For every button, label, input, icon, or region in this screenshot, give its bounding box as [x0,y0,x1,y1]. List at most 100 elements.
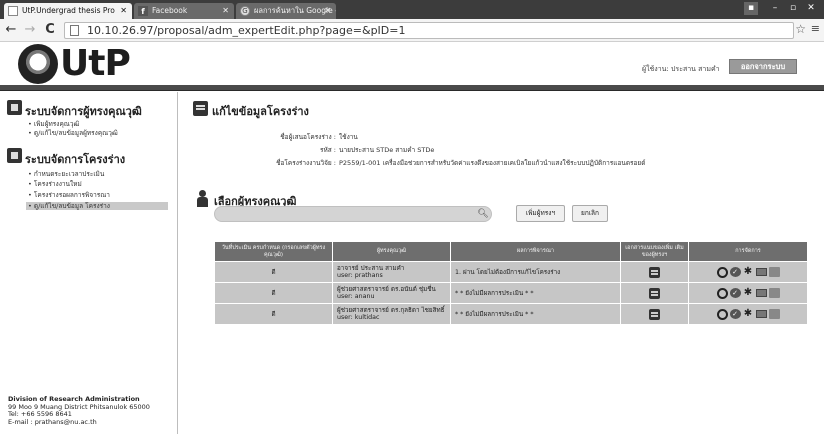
result-cell: * * ยังไม่มีผลการประเมิน * * [450,303,621,325]
table-row: ดี ผู้ช่วยศาสตราจารย์ ดร.กุลธิดา ไชยสิทธ… [214,303,808,325]
sidebar-section-title: ระบบจัดการโครงร่าง [25,153,126,166]
check-icon[interactable]: ✓ [729,267,741,277]
book-icon[interactable] [768,267,780,277]
result-cell: 1. ผ่าน โดยไม่ต้องมีการแก้ไขโครงร่าง [450,261,621,283]
edit-proposal-icon [193,101,208,116]
maximize-icon[interactable]: ▫ [786,2,800,15]
expert-user: user: kultidac [337,314,380,321]
expert-user: user: prathans [337,272,383,279]
tools-icon[interactable]: ✱ [743,267,754,277]
view-icon[interactable] [716,266,728,278]
check-icon[interactable]: ✓ [729,309,741,319]
mail-icon[interactable] [755,289,767,297]
sidebar-item-edit-proposals[interactable]: • ดู/แก้ไข/ลบข้อมูล โครงร่าง [26,202,168,210]
code-value: นายประสาน STDe สามคำ STDe [339,146,435,154]
check-icon[interactable]: ✓ [729,288,741,298]
url-text: 10.10.26.97/proposal/adm_expertEdit.php?… [87,24,406,37]
tools-icon[interactable]: ✱ [743,288,754,298]
google-icon: G [240,6,250,16]
tab-label: UtP.Undergrad thesis Pro [22,6,115,15]
logout-button[interactable]: ออกจากระบบ [729,59,797,74]
table-row: ดี อาจารย์ ประสาน สามคำ user: prathans 1… [214,261,808,283]
proposal-name-value: P2559/1-001 เครื่องมือช่วยการสำหรับวัดค่… [339,159,646,167]
proposal-section-icon [7,148,22,163]
page-favicon-icon [8,6,18,16]
expert-table: วันที่ประเมิน ครบกำหนด (กรอกเลขตัวผู้ทรง… [214,241,808,325]
expert-cell: อาจารย์ ประสาน สามคำ user: prathans [332,261,451,283]
close-tab-icon[interactable]: ✕ [222,3,229,19]
footer-email: E-mail : prathans@nu.ac.th [8,417,97,426]
close-window-icon[interactable]: ✕ [804,2,818,15]
tab-facebook[interactable]: f Facebook ✕ [134,3,234,19]
back-icon[interactable]: ← [3,22,19,38]
view-icon[interactable] [716,287,728,299]
site-header: UtP ผู้ใช้งาน: ประสาน สามคำ ออกจากระบบ [0,42,824,85]
forward-icon[interactable]: → [22,22,38,38]
expert-section-icon [7,100,22,115]
sidebar-item-edit-expert[interactable]: • ดู/แก้ไข/ลบข้อมูลผู้ทรงคุณวุฒิ [28,129,170,137]
mail-icon[interactable] [755,268,767,276]
document-icon[interactable] [649,266,660,278]
actions-cell: ✓ ✱ [688,282,808,304]
close-tab-icon[interactable]: ✕ [120,3,127,19]
sidebar-item-pending-proposals[interactable]: • โครงร่างรอผลการพิจารณา [28,191,170,199]
code-label: รหัส : [320,146,336,154]
column-header-result: ผลการพิจารณา [450,241,621,262]
expert-user: user: ananu [337,293,375,300]
mail-icon[interactable] [755,310,767,318]
tools-icon[interactable]: ✱ [743,309,754,319]
current-user-label: ผู้ใช้งาน: ประสาน สามคำ [642,65,720,73]
actions-cell: ✓ ✱ [688,303,808,325]
address-bar-area: ← → C 10.10.26.97/proposal/adm_expertEdi… [0,19,824,42]
browser-tab-bar: UtP.Undergrad thesis Pro ✕ f Facebook ✕ … [0,0,824,19]
date-cell: ดี [214,282,333,304]
view-icon[interactable] [716,308,728,320]
date-cell: ดี [214,303,333,325]
attachment-cell [620,282,689,304]
expert-name: อาจารย์ ประสาน สามคำ [337,265,405,272]
proposal-name-label: ชื่อโครงร่างงานวิจัย : [276,159,336,167]
facebook-icon: f [138,6,148,16]
column-header-attachment: เอกสารแนบของเพิ่ม เติมของผู้ทรงฯ [620,241,689,262]
table-row: ดี ผู้ช่วยศาสตราจารย์ ดร.อนันต์ ชุ่มชื่น… [214,282,808,304]
table-header-row: วันที่ประเมิน ครบกำหนด (กรอกเลขตัวผู้ทรง… [214,241,808,262]
date-cell: ดี [214,261,333,283]
tab-google[interactable]: G ผลการค้นหาใน Google - ค้นหา ✕ [236,3,336,19]
reload-icon[interactable]: C [42,22,58,38]
document-icon[interactable] [649,308,660,320]
footer-contact: Division of Research Administration 99 M… [8,395,150,426]
expert-search-input[interactable] [214,206,492,222]
tab-label: Facebook [152,6,188,15]
bookmark-star-icon[interactable]: ☆ [795,22,806,36]
expert-cell: ผู้ช่วยศาสตราจารย์ ดร.กุลธิดา ไชยสิทธิ์ … [332,303,451,325]
tab-utp[interactable]: UtP.Undergrad thesis Pro ✕ [4,3,132,19]
sidebar-item-new-proposals[interactable]: • โครงร่างงานใหม่ [28,180,170,188]
proposer-value: ใช้งาน [339,133,358,141]
search-icon[interactable]: 🔍︎ [477,208,489,220]
browser-menu-icon[interactable]: ≡ [811,22,820,35]
actions-cell: ✓ ✱ [688,261,808,283]
attachment-cell [620,303,689,325]
url-field[interactable]: 10.10.26.97/proposal/adm_expertEdit.php?… [64,22,794,39]
add-expert-button[interactable]: เพิ่มผู้ทรงฯ [516,205,565,222]
close-tab-icon[interactable]: ✕ [324,3,331,19]
column-header-expert: ผู้ทรงคุณวุฒิ [332,241,451,262]
book-icon[interactable] [768,309,780,319]
document-icon[interactable] [649,287,660,299]
sidebar-section-title: ระบบจัดการผู้ทรงคุณวุฒิ [25,105,142,118]
proposer-label: ชื่อผู้เสนอโครงร่าง : [280,133,336,141]
sidebar-item-add-expert[interactable]: • เพิ่มผู้ทรงคุณวุฒิ [28,120,170,128]
site-logo-text: UtP [60,43,131,84]
expert-cell: ผู้ช่วยศาสตราจารย์ ดร.อนันต์ ชุ่มชื่น us… [332,282,451,304]
sidebar-item-set-period[interactable]: • กำหนดระยะเวลาประเมิน [28,170,170,178]
column-header-actions: การจัดการ [688,241,808,262]
book-icon[interactable] [768,288,780,298]
minimize-icon[interactable]: – [768,2,782,15]
expert-name: ผู้ช่วยศาสตราจารย์ ดร.กุลธิดา ไชยสิทธิ์ [337,307,445,314]
user-profile-icon[interactable]: ▪ [744,2,758,15]
page-title: แก้ไขข้อมูลโครงร่าง [212,105,309,118]
column-header-date: วันที่ประเมิน ครบกำหนด (กรอกเลขตัวผู้ทรง… [214,241,333,262]
sidebar: ระบบจัดการผู้ทรงคุณวุฒิ • เพิ่มผู้ทรงคุณ… [0,92,178,434]
cancel-button[interactable]: ยกเลิก [572,205,608,222]
attachment-cell [620,261,689,283]
